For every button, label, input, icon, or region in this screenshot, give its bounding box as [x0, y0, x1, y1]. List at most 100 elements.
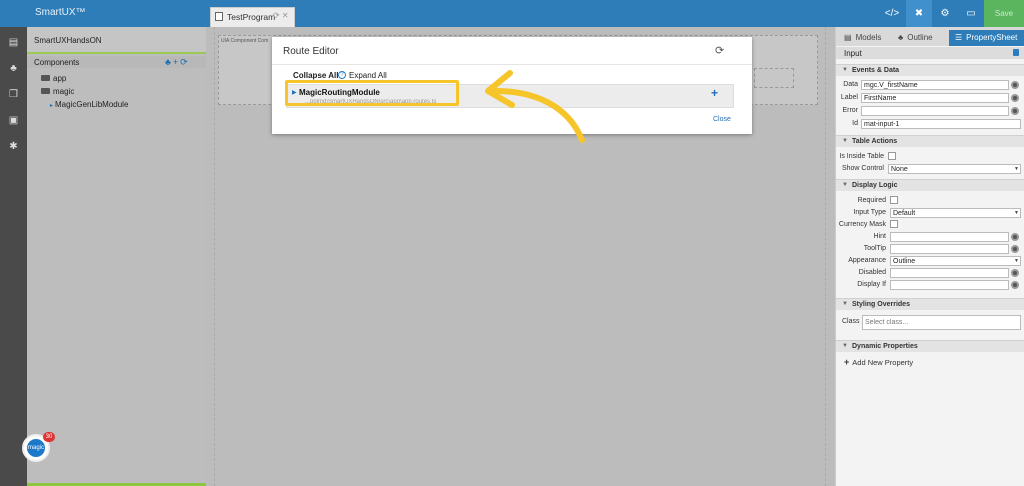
- input-type-label: Input Type: [853, 209, 886, 216]
- tab-actions-icon[interactable]: ⟳ ✕: [273, 11, 289, 20]
- tab-testprogram[interactable]: TestProgram ⟳ ✕: [210, 7, 295, 27]
- code-view-button[interactable]: </>: [878, 0, 906, 27]
- sitemap-icon[interactable]: ♣: [8, 63, 19, 74]
- disabled-label: Disabled: [858, 269, 886, 276]
- chevron-down-icon: ▼: [1014, 258, 1019, 264]
- list-icon: ☰: [955, 33, 963, 42]
- plus-icon: +: [844, 357, 850, 367]
- help-icon[interactable]: ?: [338, 71, 346, 79]
- selected-element-header: Input: [836, 47, 1024, 59]
- hint-field[interactable]: [890, 232, 1009, 242]
- inside-table-checkbox[interactable]: [888, 152, 896, 160]
- class-label: Class: [842, 318, 860, 325]
- inside-table-label: Is Inside Table: [839, 153, 884, 160]
- error-label: Error: [842, 107, 858, 114]
- magic-badge[interactable]: magic 30: [22, 432, 55, 462]
- database-icon: ▤: [844, 33, 852, 42]
- display-if-field[interactable]: [890, 280, 1009, 290]
- tools-button[interactable]: ✖: [906, 0, 932, 27]
- disabled-field[interactable]: [890, 268, 1009, 278]
- file-icon[interactable]: ▤: [8, 37, 19, 48]
- section-display-logic[interactable]: ▼ Display Logic: [836, 179, 1024, 191]
- tab-outline[interactable]: ♣ Outline: [898, 30, 948, 46]
- components-header: Components ♣+⟳: [27, 56, 206, 68]
- selected-element-title: Input: [844, 49, 862, 58]
- expand-all-link[interactable]: Expand All: [349, 71, 387, 80]
- gear-icon[interactable]: [1011, 245, 1019, 253]
- tree-item-magic[interactable]: magic: [41, 87, 74, 96]
- settings-cogs-button[interactable]: ⚙: [932, 0, 958, 27]
- id-label: Id: [852, 120, 858, 127]
- folder-icon: [41, 88, 50, 94]
- refresh-icon[interactable]: ⟳: [180, 57, 190, 67]
- section-styling-overrides[interactable]: ▼ Styling Overrides: [836, 298, 1024, 310]
- magic-logo-icon: magic: [27, 439, 45, 457]
- gear-icon[interactable]: ✱: [8, 141, 19, 152]
- tab-propertysheet[interactable]: ☰ PropertySheet: [949, 30, 1024, 46]
- component-placeholder[interactable]: [754, 68, 794, 88]
- panel-tabs: ▤ Models ♣ Outline ☰ PropertySheet: [836, 27, 1024, 46]
- components-actions: ♣+⟳: [165, 57, 190, 68]
- section-table-actions[interactable]: ▼ Table Actions: [836, 135, 1024, 147]
- save-button[interactable]: Save: [984, 0, 1024, 27]
- trash-icon[interactable]: [1013, 49, 1019, 56]
- highlight-box: [285, 80, 459, 106]
- project-name: SmartUXHandsON: [34, 36, 102, 45]
- display-if-label: Display If: [857, 281, 886, 288]
- required-label: Required: [857, 197, 886, 204]
- caret-down-icon: ▼: [842, 67, 848, 73]
- currency-mask-checkbox[interactable]: [890, 220, 898, 228]
- tooltip-label: ToolTip: [863, 245, 886, 252]
- caret-down-icon: ▼: [842, 138, 848, 144]
- section-dynamic-properties[interactable]: ▼ Dynamic Properties: [836, 340, 1024, 352]
- show-control-select[interactable]: None: [888, 164, 1021, 174]
- sitemap-icon: ♣: [898, 33, 904, 42]
- refresh-icon[interactable]: ⟳: [715, 44, 724, 57]
- gear-icon[interactable]: [1011, 107, 1019, 115]
- section-events-data[interactable]: ▼ Events & Data: [836, 64, 1024, 76]
- appearance-label: Appearance: [848, 257, 886, 264]
- tooltip-field[interactable]: [890, 244, 1009, 254]
- caret-down-icon: ▼: [842, 301, 848, 307]
- hierarchy-icon[interactable]: ♣: [165, 57, 173, 67]
- properties-panel: ▤ Models ♣ Outline ☰ PropertySheet Input ▼ …: [835, 27, 1024, 486]
- preview-monitor-button[interactable]: ▭: [958, 0, 984, 27]
- chevron-down-icon: ▼: [1014, 166, 1019, 172]
- data-label: Data: [843, 81, 858, 88]
- class-select-input[interactable]: [862, 315, 1021, 330]
- tree-item-magicgenlibmodule[interactable]: ▸ MagicGenLibModule: [50, 100, 128, 109]
- gear-icon[interactable]: [1011, 281, 1019, 289]
- document-icon: [215, 12, 223, 21]
- image-icon[interactable]: ▣: [8, 115, 19, 126]
- data-field[interactable]: mgc.V_firstName: [861, 80, 1009, 90]
- project-header: SmartUXHandsON: [27, 27, 206, 54]
- caret-down-icon: ▼: [842, 182, 848, 188]
- chevron-down-icon: ▼: [1014, 210, 1019, 216]
- required-checkbox[interactable]: [890, 196, 898, 204]
- gear-icon[interactable]: [1011, 269, 1019, 277]
- component-frame-label: UIA Component Com: [221, 38, 269, 44]
- hint-label: Hint: [873, 233, 886, 240]
- gear-icon[interactable]: [1011, 233, 1019, 241]
- tab-label: TestProgram: [227, 12, 276, 22]
- label-label: Label: [840, 94, 858, 101]
- collapse-all-link[interactable]: Collapse All: [293, 71, 339, 80]
- add-new-property-button[interactable]: + Add New Property: [844, 357, 913, 367]
- appearance-select[interactable]: Outline: [890, 256, 1021, 266]
- close-button[interactable]: Close: [713, 116, 731, 123]
- top-bar: SmartUX™ TestProgram ⟳ ✕ </> ✖ ⚙ ▭ Save: [0, 0, 1024, 27]
- label-field[interactable]: FirstName: [861, 93, 1009, 103]
- gear-icon[interactable]: [1011, 94, 1019, 102]
- currency-mask-label: Currency Mask: [838, 221, 886, 228]
- add-route-button[interactable]: +: [711, 86, 718, 100]
- gear-icon[interactable]: [1011, 81, 1019, 89]
- input-type-select[interactable]: Default: [890, 208, 1021, 218]
- id-field[interactable]: mat-input-1: [861, 119, 1021, 129]
- tab-models[interactable]: ▤ Models: [844, 30, 894, 46]
- error-field[interactable]: [861, 106, 1009, 116]
- annotation-arrow-icon: [485, 70, 585, 143]
- tree-item-app[interactable]: app: [41, 74, 66, 83]
- copy-icon[interactable]: ❐: [8, 89, 19, 100]
- left-icon-rail: ▤ ♣ ❐ ▣ ✱: [0, 27, 27, 486]
- components-panel: SmartUXHandsON Components ♣+⟳ app magic …: [27, 27, 206, 486]
